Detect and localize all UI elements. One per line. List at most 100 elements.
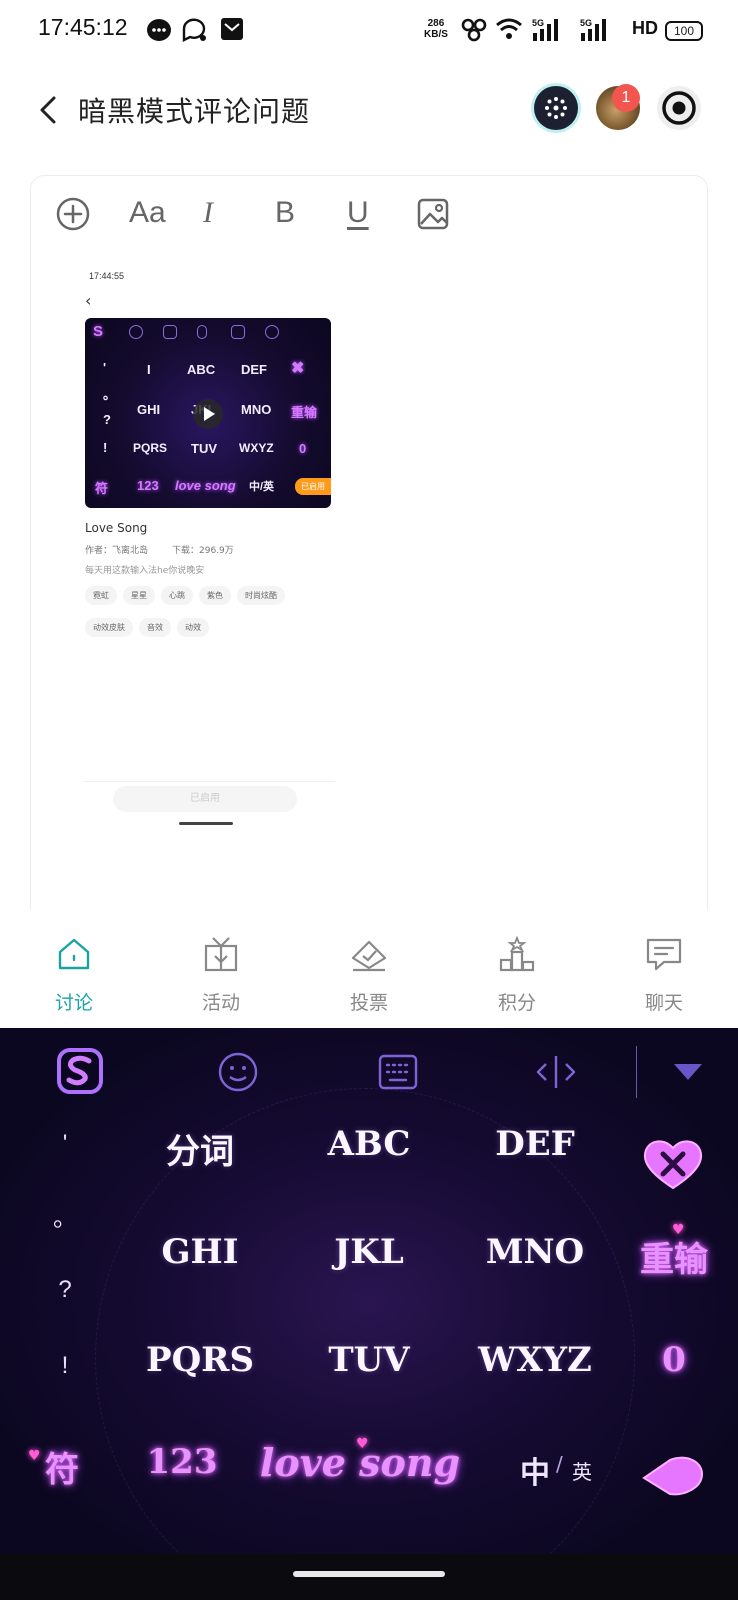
emoji-icon[interactable] <box>216 1050 260 1094</box>
delete-key[interactable] <box>640 1136 706 1192</box>
key-apostrophe[interactable]: ' <box>50 1130 80 1158</box>
key-wxyz[interactable]: WXYZ <box>455 1340 615 1380</box>
mini-key-123: 123 <box>137 478 159 493</box>
nav-label-discuss: 讨论 <box>54 992 93 1014</box>
nav-label-vote: 投票 <box>349 992 388 1014</box>
key-retype[interactable]: 重输 <box>594 1232 738 1281</box>
grid-icon <box>231 325 245 339</box>
battery-indicator: 100 <box>665 21 703 41</box>
font-size-button[interactable]: Aa <box>129 196 166 230</box>
post-editor[interactable]: Aa I B U 17:44:55 ‹ S ' 。 ? ! I ABC DEF … <box>30 175 708 915</box>
tag: 星星 <box>123 586 155 605</box>
cursor-move-icon[interactable] <box>534 1050 578 1094</box>
wifi-icon <box>496 18 522 39</box>
tag: 霓虹 <box>85 586 117 605</box>
mail-icon <box>221 18 243 40</box>
mini-key-def: DEF <box>241 362 267 377</box>
divider <box>83 781 335 782</box>
mini-key-ghi: GHI <box>137 402 161 417</box>
nav-item-activity[interactable]: 活动 <box>161 910 281 1028</box>
record-button[interactable] <box>657 86 701 130</box>
chat-bubble-icon <box>182 18 206 42</box>
mic-icon <box>197 325 207 339</box>
screenshot-status-time: 17:44:55 <box>89 271 125 281</box>
mini-key-zero: 0 <box>299 441 307 456</box>
collapse-keyboard-icon[interactable] <box>666 1050 710 1094</box>
tag: 时尚炫酷 <box>237 586 285 605</box>
enter-heart-key[interactable] <box>640 1456 706 1500</box>
status-bar: 17:45:12 286 KB/S 5G 5G HD 100 <box>0 0 738 62</box>
lang-slash: / <box>556 1452 563 1476</box>
signal-5g-icon-2: 5G <box>580 18 606 41</box>
heart-decoration-icon: ♥ <box>672 1222 685 1238</box>
keyboard-icon[interactable] <box>376 1050 420 1094</box>
sogou-logo-icon[interactable] <box>55 1046 105 1096</box>
key-ghi[interactable]: GHI <box>120 1232 280 1272</box>
svg-text:5G: 5G <box>580 18 592 28</box>
gift-icon <box>204 937 238 972</box>
nav-label-points: 积分 <box>497 992 536 1014</box>
nav-item-chat[interactable]: 聊天 <box>604 910 724 1028</box>
plus-circle-icon[interactable] <box>53 194 93 234</box>
nav-label-chat: 聊天 <box>644 992 683 1014</box>
skin-author: 作者：飞离北岛 <box>85 546 149 556</box>
image-icon[interactable] <box>413 194 453 234</box>
play-icon <box>193 399 223 429</box>
tag: 音效 <box>139 618 171 637</box>
keyboard-icon <box>163 325 177 339</box>
skin-tags: 霓虹 星星 心跳 紫色 时尚炫酷动效皮肤 音效 动效 <box>85 583 325 647</box>
mini-sym-question: ? <box>103 412 111 427</box>
vote-icon <box>351 940 387 972</box>
underline-button[interactable]: U <box>347 196 369 230</box>
key-abc[interactable]: ABC <box>289 1124 449 1164</box>
key-zero[interactable]: 0 <box>594 1340 738 1380</box>
dots-icon <box>545 97 567 119</box>
mini-sym-apostrophe: ' <box>103 360 107 375</box>
key-exclamation[interactable]: ! <box>50 1352 80 1380</box>
key-123[interactable]: 123 <box>102 1442 262 1482</box>
sogou-logo-icon: S <box>93 323 104 340</box>
mini-key-abc: ABC <box>187 362 216 377</box>
mini-key-wxyz: WXYZ <box>239 441 274 455</box>
notification-badge: 1 <box>612 84 640 112</box>
app-launcher-button[interactable] <box>534 86 578 130</box>
lang-switch-key[interactable]: 中 / 英 <box>520 1448 600 1491</box>
chat-icon <box>646 938 682 971</box>
key-question[interactable]: ? <box>50 1276 80 1304</box>
mini-key-1: I <box>147 362 151 377</box>
skin-downloads: 下载：296.9万 <box>172 546 234 556</box>
home-indicator[interactable] <box>293 1571 445 1577</box>
page-title: 暗黑模式评论问题 <box>78 95 311 128</box>
nav-item-discuss[interactable]: 讨论 <box>14 910 134 1028</box>
nav-label-activity: 活动 <box>201 992 240 1014</box>
screenshot-home-indicator <box>179 822 233 825</box>
status-time: 17:45:12 <box>38 14 128 40</box>
key-period[interactable]: 。 <box>50 1198 80 1233</box>
embedded-screenshot[interactable]: 17:44:55 ‹ S ' 。 ? ! I ABC DEF ✖ GHI JKL… <box>83 271 343 831</box>
key-segment[interactable]: 分词 <box>120 1124 280 1173</box>
key-mno[interactable]: MNO <box>455 1232 615 1272</box>
key-def[interactable]: DEF <box>455 1124 615 1164</box>
key-tuv[interactable]: TUV <box>289 1340 449 1380</box>
back-button[interactable] <box>30 90 70 130</box>
network-speed: 286 KB/S <box>424 18 448 40</box>
toolbar-divider <box>636 1046 637 1098</box>
lang-cn-label: 中 <box>520 1456 550 1491</box>
screenshot-keyboard: S ' 。 ? ! I ABC DEF ✖ GHI JKL MNO 重输 PQR… <box>85 318 331 508</box>
record-icon <box>662 91 696 125</box>
italic-button[interactable]: I <box>203 196 213 230</box>
screenshot-back-icon: ‹ <box>85 291 92 310</box>
nav-item-vote[interactable]: 投票 <box>309 910 429 1028</box>
network-speed-value: 286 <box>427 18 445 29</box>
mini-key-symbol: 符 <box>95 481 109 496</box>
ime-keyboard: ' 。 ? ! 分词 ABC DEF GHI JKL MNO 重输 ♥ PQRS… <box>0 1028 738 1554</box>
mini-key-lang: 中/英 <box>249 481 275 493</box>
mini-key-space: love song <box>175 478 236 493</box>
lang-en-label: 英 <box>572 1460 592 1484</box>
key-jkl[interactable]: JKL <box>289 1232 449 1272</box>
tag: 紫色 <box>199 586 231 605</box>
bold-button[interactable]: B <box>275 196 295 230</box>
bottom-nav: 讨论 活动 投票 积分 聊天 <box>0 910 738 1028</box>
nav-item-points[interactable]: 积分 <box>457 910 577 1028</box>
key-pqrs[interactable]: PQRS <box>120 1340 280 1380</box>
